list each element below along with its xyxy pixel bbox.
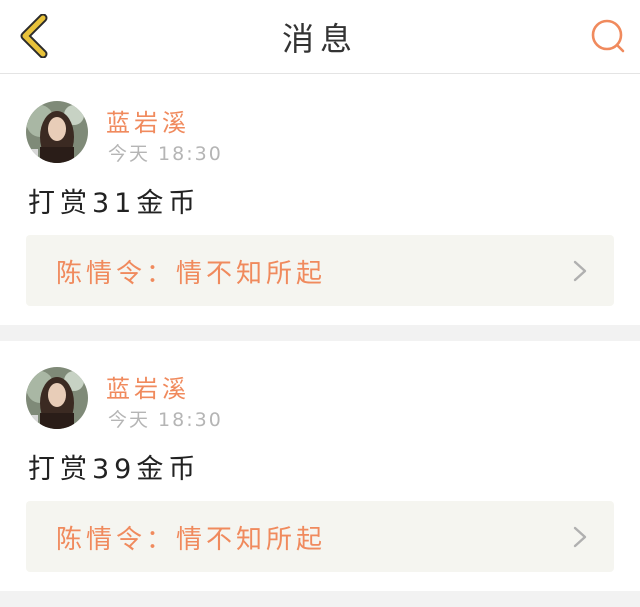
message-card: 蓝岩溪 今天 18:30 打赏31金币 陈情令：情不知所起 (0, 75, 640, 325)
top-bar: 消息 (0, 0, 640, 74)
chevron-right-icon (573, 260, 587, 282)
reference-title: 陈情令：情不知所起 (56, 525, 327, 555)
message-list: 蓝岩溪 今天 18:30 打赏31金币 陈情令：情不知所起 蓝岩溪 今天 18:… (0, 75, 640, 607)
reference-link[interactable]: 陈情令：情不知所起 (26, 501, 614, 572)
chevron-right-icon (573, 526, 587, 548)
section-divider (0, 325, 640, 341)
message-content: 打赏39金币 (28, 454, 201, 485)
reference-title: 陈情令：情不知所起 (56, 259, 327, 289)
username[interactable]: 蓝岩溪 (106, 369, 190, 404)
timestamp: 今天 18:30 (108, 409, 223, 431)
avatar-image (26, 367, 88, 429)
page-title: 消息 (281, 20, 358, 58)
message-card: 蓝岩溪 今天 18:30 打赏39金币 陈情令：情不知所起 (0, 341, 640, 591)
message-content: 打赏31金币 (28, 188, 201, 219)
avatar[interactable] (26, 101, 88, 163)
username[interactable]: 蓝岩溪 (106, 103, 190, 138)
reference-link[interactable]: 陈情令：情不知所起 (26, 235, 614, 306)
section-divider (0, 591, 640, 607)
timestamp: 今天 18:30 (108, 143, 223, 165)
avatar-image (26, 101, 88, 163)
avatar[interactable] (26, 367, 88, 429)
search-button[interactable] (588, 16, 628, 56)
search-icon (591, 19, 625, 53)
